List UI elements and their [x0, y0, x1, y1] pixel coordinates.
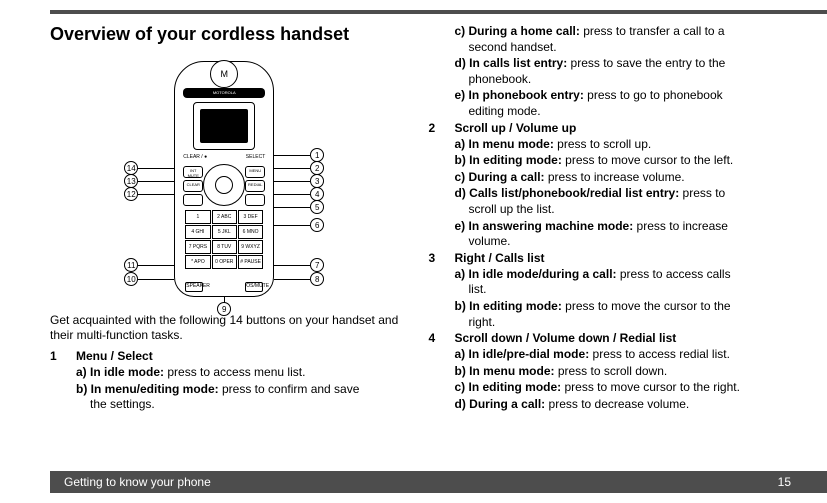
- item-number: 4: [429, 331, 455, 345]
- sub-item: b) In editing mode: press to move the cu…: [429, 299, 778, 330]
- list-item: 4 Scroll down / Volume down / Redial lis…: [429, 331, 778, 345]
- callout-4: 4: [310, 187, 324, 201]
- key-8: 8 TUV: [212, 240, 237, 254]
- footer-section: Getting to know your phone: [64, 475, 211, 489]
- page: Overview of your cordless handset M MOTO…: [0, 0, 827, 503]
- sub-item: d) Calls list/phonebook/redial list entr…: [429, 186, 778, 217]
- mute-icon: OS/MUTE: [245, 282, 263, 292]
- item-number: 2: [429, 121, 455, 135]
- top-divider: [50, 10, 827, 14]
- lcd-frame: [193, 102, 255, 150]
- left-button-2: CLEAR: [183, 180, 203, 192]
- sub-item: b) In menu/editing mode: press to confir…: [50, 382, 399, 413]
- callout-3: 3: [310, 174, 324, 188]
- right-button-1: MENU: [245, 166, 265, 178]
- right-button-3: [245, 194, 265, 206]
- callout-12: 12: [124, 187, 138, 201]
- key-7: 7 PQRS: [185, 240, 210, 254]
- item-title: Scroll up / Volume up: [455, 121, 577, 135]
- key-hash: # PAUSE: [238, 255, 263, 269]
- sub-item: d) In calls list entry: press to save th…: [429, 56, 778, 87]
- key-0: 0 OPER: [212, 255, 237, 269]
- sub-item: d) During a call: press to decrease volu…: [429, 397, 778, 413]
- item-title: Menu / Select: [76, 349, 153, 363]
- footer-page-number: 15: [778, 475, 791, 489]
- callout-11: 11: [124, 258, 138, 272]
- key-2: 2 ABC: [212, 210, 237, 224]
- right-column: c) During a home call: press to transfer…: [429, 24, 778, 414]
- sub-item: e) In answering machine mode: press to i…: [429, 219, 778, 250]
- content-columns: Overview of your cordless handset M MOTO…: [50, 0, 777, 414]
- item-title: Right / Calls list: [455, 251, 545, 265]
- item-number: 3: [429, 251, 455, 265]
- key-4: 4 GHI: [185, 225, 210, 239]
- key-9: 9 WXYZ: [238, 240, 263, 254]
- list-item: 3 Right / Calls list: [429, 251, 778, 265]
- sub-item: e) In phonebook entry: press to go to ph…: [429, 88, 778, 119]
- callout-8: 8: [310, 272, 324, 286]
- callout-10: 10: [124, 272, 138, 286]
- key-5: 5 JKL: [212, 225, 237, 239]
- right-button-2: REDIAL: [245, 180, 265, 192]
- intro-text: Get acquainted with the following 14 but…: [50, 313, 399, 343]
- key-star: * APO: [185, 255, 210, 269]
- sub-item: b) In editing mode: press to move cursor…: [429, 153, 778, 169]
- sub-item: c) During a call: press to increase volu…: [429, 170, 778, 186]
- softkey-left-label: CLEAR / ●: [183, 154, 207, 162]
- logo-circle: M: [210, 60, 238, 88]
- left-button-3: [183, 194, 203, 206]
- key-1: 1: [185, 210, 210, 224]
- softkey-row: CLEAR / ● SELECT: [183, 154, 265, 162]
- sub-item: b) In menu mode: press to scroll down.: [429, 364, 778, 380]
- bottom-icon-row: SPEAKER OS/MUTE: [185, 282, 263, 292]
- left-column: Overview of your cordless handset M MOTO…: [50, 24, 399, 414]
- item-number: 1: [50, 349, 76, 363]
- lcd-screen: [200, 109, 248, 143]
- handset-body: M MOTOROLA CLEAR / ● SELECT INT MUTE CLE…: [174, 61, 274, 297]
- keypad: 1 2 ABC 3 DEF 4 GHI 5 JKL 6 MNO 7 PQRS 8…: [185, 210, 263, 269]
- sub-item: a) In idle/pre-dial mode: press to acces…: [429, 347, 778, 363]
- page-title: Overview of your cordless handset: [50, 24, 399, 45]
- left-button-1: INT MUTE: [183, 166, 203, 178]
- list-item: 1 Menu / Select: [50, 349, 399, 363]
- callout-6: 6: [310, 218, 324, 232]
- callout-13: 13: [124, 174, 138, 188]
- callout-1: 1: [310, 148, 324, 162]
- speaker-icon: SPEAKER: [185, 282, 203, 292]
- sub-item: c) In editing mode: press to move cursor…: [429, 380, 778, 396]
- brand-band: MOTOROLA: [183, 88, 265, 98]
- handset-illustration: M MOTOROLA CLEAR / ● SELECT INT MUTE CLE…: [50, 55, 399, 305]
- page-footer: Getting to know your phone 15: [50, 471, 827, 493]
- key-3: 3 DEF: [238, 210, 263, 224]
- sub-item: a) In idle mode: press to access menu li…: [50, 365, 399, 381]
- callout-2: 2: [310, 161, 324, 175]
- item-title: Scroll down / Volume down / Redial list: [455, 331, 677, 345]
- sub-item: c) During a home call: press to transfer…: [429, 24, 778, 55]
- key-6: 6 MNO: [238, 225, 263, 239]
- left-list: 1 Menu / Select a) In idle mode: press t…: [50, 349, 399, 413]
- nav-pad: [203, 164, 245, 206]
- callout-14: 14: [124, 161, 138, 175]
- sub-item: a) In menu mode: press to scroll up.: [429, 137, 778, 153]
- callout-5: 5: [310, 200, 324, 214]
- callout-7: 7: [310, 258, 324, 272]
- sub-item: a) In idle mode/during a call: press to …: [429, 267, 778, 298]
- list-item: 2 Scroll up / Volume up: [429, 121, 778, 135]
- softkey-right-label: SELECT: [246, 154, 265, 162]
